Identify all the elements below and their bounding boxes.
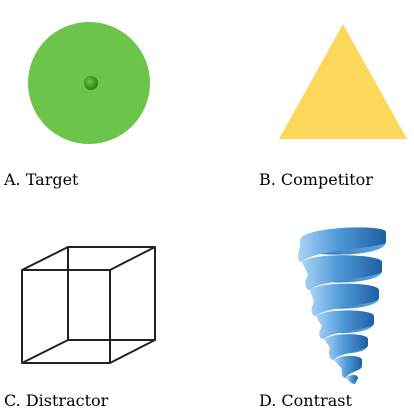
distractor-cube-icon xyxy=(21,246,156,364)
target-circle-icon xyxy=(28,22,150,144)
figure-canvas xyxy=(21,22,407,384)
caption-distractor: C. Distractor xyxy=(4,391,109,410)
caption-competitor: B. Competitor xyxy=(259,170,373,189)
contrast-spiral-icon xyxy=(298,227,386,384)
competitor-triangle-icon xyxy=(279,24,407,139)
caption-target: A. Target xyxy=(4,170,79,189)
caption-contrast: D. Contrast xyxy=(259,391,352,410)
